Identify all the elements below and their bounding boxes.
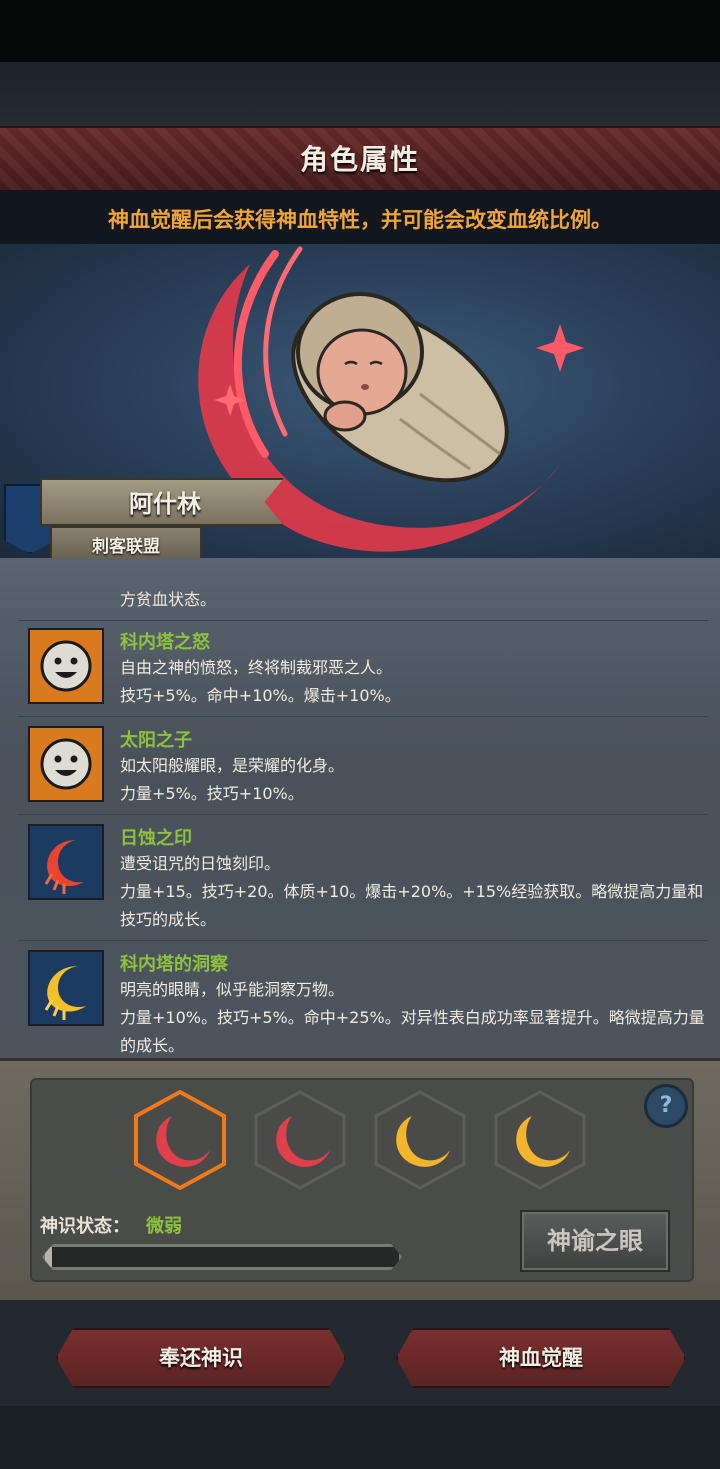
trait-stats: 力量+10%。技巧+5%。命中+25%。对异性表白成功率显著提升。略微提高力量的… — [120, 1008, 705, 1055]
trait-name: 科内塔的洞察 — [120, 954, 228, 975]
divider — [18, 940, 708, 941]
list-item-partial-text: 方贫血状态。 — [120, 590, 217, 609]
smiling-sun-icon — [28, 726, 104, 802]
blood-awaken-button[interactable]: 神血觉醒 — [396, 1328, 686, 1388]
notice-text: 神血觉醒后会获得神血特性，并可能会改变血统比例。 — [108, 208, 612, 232]
divider — [18, 716, 708, 717]
question-icon[interactable]: ? — [644, 1084, 688, 1128]
top-black-band — [0, 0, 720, 62]
divine-progress-bar — [42, 1244, 402, 1270]
gold-crescent-icon — [28, 950, 104, 1026]
trait-name: 太阳之子 — [120, 730, 192, 751]
divine-slot-3[interactable] — [372, 1090, 468, 1190]
trait-name: 科内塔之怒 — [120, 632, 210, 653]
smiling-sun-icon — [28, 628, 104, 704]
page-title: 角色属性 — [299, 143, 420, 176]
trait-desc: 遭受诅咒的日蚀刻印。 — [120, 854, 281, 873]
divider — [18, 814, 708, 815]
red-crescent-icon — [28, 824, 104, 900]
trait-stats: 力量+15。技巧+20。体质+10。爆击+20%。+15%经验获取。略微提高力量… — [120, 882, 704, 929]
divine-slot-4[interactable] — [492, 1090, 588, 1190]
character-guild: 刺客联盟 — [92, 537, 160, 557]
return-divinity-button[interactable]: 奉还神识 — [56, 1328, 346, 1388]
top-dark-area — [0, 62, 720, 126]
divine-slot-2[interactable] — [252, 1090, 348, 1190]
trait-stats: 力量+5%。技巧+10%。 — [120, 784, 304, 803]
trait-name: 日蚀之印 — [120, 828, 192, 849]
character-name: 阿什林 — [129, 490, 201, 518]
trait-stats: 技巧+5%。命中+10%。爆击+10%。 — [120, 686, 401, 705]
divider — [18, 620, 708, 621]
status-label: 神识状态： — [40, 1216, 130, 1237]
traits-list[interactable]: 方贫血状态。 科内塔之怒 自由之神的愤怒，终将制裁邪恶之人。 技巧+5%。命中+… — [0, 558, 720, 1058]
trait-desc: 如太阳般耀眼，是荣耀的化身。 — [120, 756, 345, 775]
oracle-eye-button[interactable]: 神谕之眼 — [520, 1210, 670, 1272]
trait-desc: 明亮的眼睛，似乎能洞察万物。 — [120, 980, 345, 999]
sparkle-icon — [536, 324, 584, 372]
trait-desc: 自由之神的愤怒，终将制裁邪恶之人。 — [120, 658, 393, 677]
divine-slot-1[interactable] — [132, 1089, 228, 1191]
swaddled-baby — [291, 292, 509, 483]
status-value: 微弱 — [146, 1216, 182, 1237]
